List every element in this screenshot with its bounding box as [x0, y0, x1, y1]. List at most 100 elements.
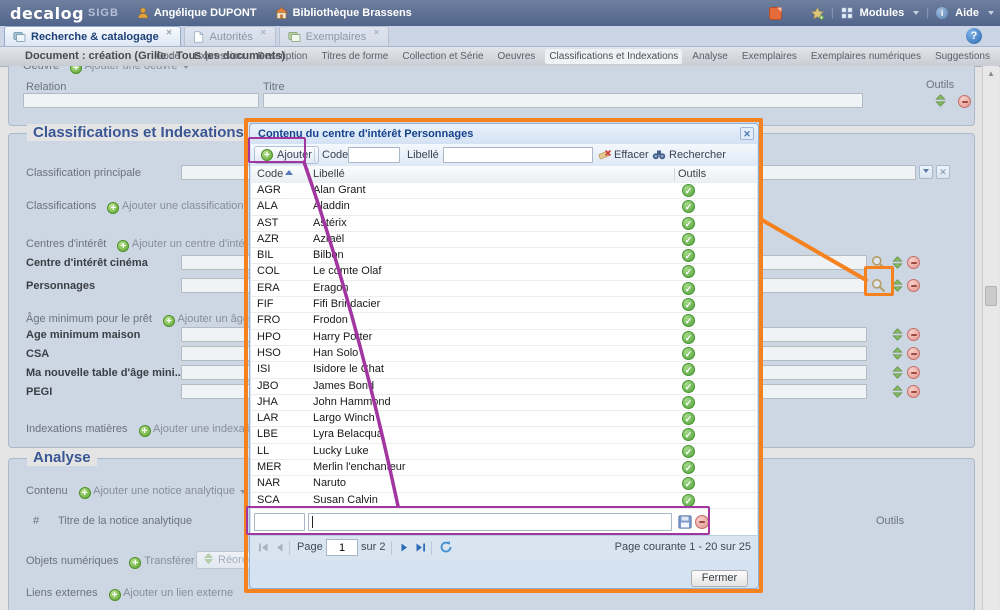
edit-code-input[interactable]: [254, 513, 305, 531]
add-icon[interactable]: [129, 557, 141, 569]
next-page-icon[interactable]: [399, 542, 410, 556]
table-row[interactable]: MER Merlin l'enchanteur: [251, 460, 757, 476]
table-row[interactable]: COL Le comte Olaf: [251, 264, 757, 280]
validate-icon[interactable]: [682, 428, 695, 441]
column-code[interactable]: Code: [257, 168, 283, 180]
first-page-icon[interactable]: [258, 542, 269, 556]
validate-icon[interactable]: [682, 347, 695, 360]
validate-icon[interactable]: [682, 477, 695, 490]
vertical-scrollbar[interactable]: ▲: [982, 66, 999, 610]
add-icon[interactable]: [109, 589, 121, 601]
save-icon[interactable]: [678, 515, 692, 532]
column-outils[interactable]: Outils: [678, 168, 706, 180]
close-icon[interactable]: ✕: [260, 28, 267, 37]
reorder-icon[interactable]: [891, 385, 904, 401]
modal-header[interactable]: Contenu du centre d'intérêt Personnages …: [250, 124, 758, 144]
table-row[interactable]: FIF Fifi Brindacier: [251, 297, 757, 313]
doc-tab[interactable]: Description: [253, 49, 311, 64]
current-library[interactable]: Bibliothèque Brassens: [275, 7, 412, 19]
validate-icon[interactable]: [682, 380, 695, 393]
rechercher-button[interactable]: Rechercher: [669, 149, 726, 161]
reorder-icon[interactable]: [891, 279, 904, 295]
table-row[interactable]: ISI Isidore le Chat: [251, 362, 757, 378]
validate-icon[interactable]: [682, 314, 695, 327]
remove-icon[interactable]: [958, 95, 971, 108]
libelle-filter-input[interactable]: [443, 147, 593, 163]
reorder-icon[interactable]: [891, 328, 904, 344]
titre-input[interactable]: [263, 93, 863, 108]
add-oeuvre-link[interactable]: Ajouter une oeuvre: [85, 66, 178, 72]
clear-icon[interactable]: ✕: [936, 165, 950, 179]
validate-icon[interactable]: [682, 331, 695, 344]
table-row[interactable]: NAR Naruto: [251, 476, 757, 492]
doc-tab[interactable]: Oeuvres: [494, 49, 540, 64]
favorites-icon[interactable]: [811, 7, 824, 20]
cancel-row-icon[interactable]: [695, 515, 709, 529]
validate-icon[interactable]: [682, 200, 695, 213]
table-row[interactable]: JBO James Bond: [251, 379, 757, 395]
table-row[interactable]: HPO Harry Potter: [251, 330, 757, 346]
add-centre-link[interactable]: Ajouter un centre d'intérêt: [132, 238, 258, 250]
validate-icon[interactable]: [682, 233, 695, 246]
table-row[interactable]: AGR Alan Grant: [251, 183, 757, 199]
validate-icon[interactable]: [682, 363, 695, 376]
scrollbar-thumb[interactable]: [985, 286, 997, 306]
add-icon[interactable]: [79, 487, 91, 499]
reorder-icon[interactable]: [891, 366, 904, 382]
validate-icon[interactable]: [682, 412, 695, 425]
doc-tab[interactable]: Analyse: [688, 49, 732, 64]
add-icon[interactable]: [70, 66, 82, 74]
add-icon[interactable]: [139, 425, 151, 437]
doc-tab[interactable]: Classifications et Indexations: [545, 49, 682, 64]
close-icon[interactable]: ✕: [166, 28, 173, 37]
doc-tab[interactable]: Titres de forme: [317, 49, 392, 64]
reorder-icon[interactable]: [934, 94, 947, 110]
doc-tab[interactable]: Exemplaires: [738, 49, 801, 64]
relation-input[interactable]: [23, 93, 259, 108]
remove-icon[interactable]: [907, 279, 920, 292]
validate-icon[interactable]: [682, 396, 695, 409]
effacer-button[interactable]: Effacer: [614, 149, 649, 161]
validate-icon[interactable]: [682, 249, 695, 262]
validate-icon[interactable]: [682, 282, 695, 295]
table-row[interactable]: AZR Azraël: [251, 232, 757, 248]
remove-icon[interactable]: [907, 385, 920, 398]
table-row[interactable]: LL Lucky Luke: [251, 444, 757, 460]
prev-page-icon[interactable]: [274, 542, 285, 556]
add-icon[interactable]: [107, 202, 119, 214]
table-row[interactable]: LAR Largo Winch: [251, 411, 757, 427]
validate-icon[interactable]: [682, 494, 695, 507]
help-icon[interactable]: ?: [966, 28, 982, 44]
code-filter-input[interactable]: [348, 147, 400, 163]
aide-menu[interactable]: Aide: [955, 7, 979, 19]
scroll-up-icon[interactable]: ▲: [985, 68, 997, 80]
transferer-link[interactable]: Transférer: [144, 555, 194, 567]
doc-tab[interactable]: Collection et Série: [398, 49, 487, 64]
remove-icon[interactable]: [907, 256, 920, 269]
search-icon[interactable]: [871, 278, 886, 296]
ajouter-button[interactable]: Ajouter: [254, 146, 319, 164]
doc-tab[interactable]: Code: [152, 49, 184, 64]
column-libelle[interactable]: Libellé: [313, 168, 345, 180]
doc-tab[interactable]: Exemplaires numériques: [807, 49, 925, 64]
table-row[interactable]: JHA John Hammond: [251, 395, 757, 411]
add-classification-link[interactable]: Ajouter une classification: [122, 200, 244, 212]
doc-tab[interactable]: Expression: [190, 49, 247, 64]
validate-icon[interactable]: [682, 217, 695, 230]
edit-libelle-input[interactable]: [308, 513, 672, 531]
reorder-icon[interactable]: [891, 347, 904, 363]
remove-icon[interactable]: [907, 328, 920, 341]
close-icon[interactable]: ✕: [740, 127, 754, 140]
validate-icon[interactable]: [682, 265, 695, 278]
doc-tab[interactable]: Suggestions: [931, 49, 994, 64]
page-number-input[interactable]: [326, 539, 358, 556]
fermer-button[interactable]: Fermer: [691, 570, 748, 587]
remove-icon[interactable]: [907, 366, 920, 379]
refresh-icon[interactable]: [439, 540, 453, 557]
tab-autorites[interactable]: Autorités ✕: [184, 26, 275, 46]
add-lien-link[interactable]: Ajouter un lien externe: [123, 587, 233, 599]
table-row[interactable]: AST Astérix: [251, 216, 757, 232]
table-row[interactable]: FRO Frodon: [251, 313, 757, 329]
table-row[interactable]: SCA Susan Calvin: [251, 493, 757, 509]
validate-icon[interactable]: [682, 461, 695, 474]
